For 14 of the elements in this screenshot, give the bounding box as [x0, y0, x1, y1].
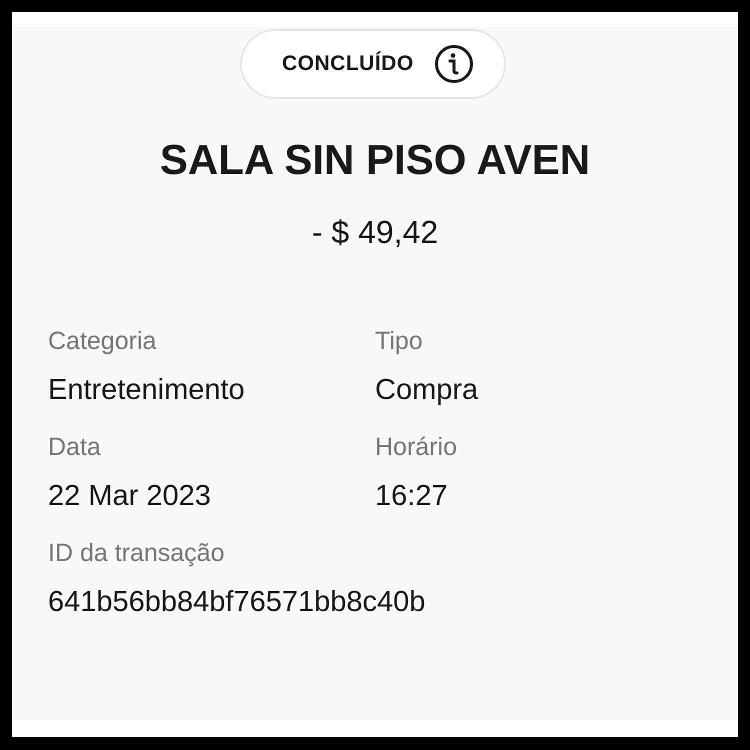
merchant-title: SALA SIN PISO AVEN — [158, 136, 592, 184]
info-icon[interactable] — [434, 44, 474, 84]
detail-label: Data — [48, 433, 102, 462]
detail-label: Horário — [375, 433, 458, 462]
status-label: CONCLUÍDO — [282, 52, 414, 76]
detail-label: ID da transação — [48, 539, 226, 568]
detail-value: 22 Mar 2023 — [48, 480, 212, 513]
amount-text: - $ 49,42 — [310, 214, 440, 251]
detail-label: Tipo — [375, 327, 424, 356]
detail-value: Compra — [375, 374, 480, 407]
detail-label: Categoria — [48, 327, 158, 356]
detail-value: 16:27 — [375, 480, 449, 513]
detail-value: Entretenimento — [48, 374, 246, 407]
detail-value: 641b56bb84bf76571bb8c40b — [48, 586, 426, 619]
